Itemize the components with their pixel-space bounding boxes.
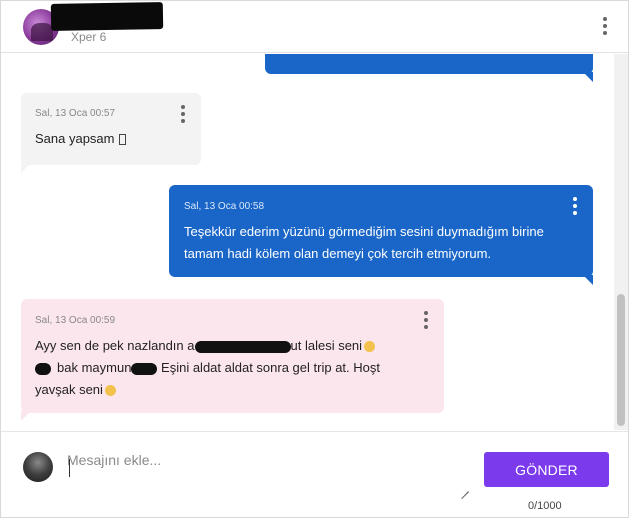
contact-subtitle: Xper 6 (71, 30, 107, 44)
message-more-icon[interactable] (179, 105, 187, 123)
message-input[interactable] (67, 452, 471, 496)
grinning-emoji-icon (364, 341, 376, 353)
message-more-icon[interactable] (422, 311, 430, 329)
missing-glyph-icon (118, 134, 126, 146)
message-line: Teşekkür ederim yüzünü görmediğim sesini… (184, 224, 544, 239)
redaction-mark (131, 362, 158, 375)
chat-scrollbar[interactable] (614, 54, 628, 430)
message-line: tamam hadi kölem olan demeyi çok tercih … (184, 246, 492, 261)
message-bubble-incoming: Sal, 13 Oca 00:57 Sana yapsam (21, 93, 201, 173)
message-bubble-incoming-highlighted: Sal, 13 Oca 00:59 Ayy sen de pek nazland… (21, 299, 444, 421)
message-bubble-outgoing: Sal, 13 Oca 00:58 Teşekkür ederim yüzünü… (169, 185, 593, 285)
resize-grip-icon[interactable] (459, 482, 469, 500)
chat-header: Xper 6 (1, 1, 628, 53)
message-list: Sal, 13 Oca 00:57 Sana yapsam Sal, 13 Oc… (1, 54, 614, 430)
send-button[interactable]: GÖNDER (484, 452, 609, 487)
character-counter: 0/1000 (528, 500, 562, 512)
redaction-mark (194, 340, 291, 353)
message-line: Ayy sen de pek nazlandın a ut lalesi seni (35, 335, 435, 357)
message-timestamp: Sal, 13 Oca 00:58 (184, 201, 265, 212)
laughing-emoji-icon (104, 385, 116, 397)
contact-name-redacted (50, 2, 164, 31)
more-vertical-icon[interactable] (600, 17, 610, 37)
message-more-icon[interactable] (571, 197, 579, 215)
text-caret (69, 459, 70, 477)
message-bubble-outgoing-partial (265, 54, 593, 82)
message-composer: GÖNDER 0/1000 (1, 431, 628, 517)
scrollbar-thumb[interactable] (617, 294, 625, 426)
message-line: bak maymun Eşini aldat aldat sonra gel t… (35, 357, 435, 379)
message-text: Sana yapsam (35, 128, 126, 150)
chat-window: Xper 6 Sal, 13 Oca 00:57 Sana yapsam Sal… (0, 0, 629, 518)
redaction-mark (35, 362, 51, 375)
message-text: Teşekkür ederim yüzünü görmediğim sesini… (184, 221, 584, 265)
user-avatar (23, 452, 53, 482)
message-timestamp: Sal, 13 Oca 00:57 (35, 108, 116, 119)
message-line: yavşak seni (35, 379, 435, 401)
message-text: Ayy sen de pek nazlandın a ut lalesi seni… (35, 335, 435, 401)
message-timestamp: Sal, 13 Oca 00:59 (35, 315, 116, 326)
